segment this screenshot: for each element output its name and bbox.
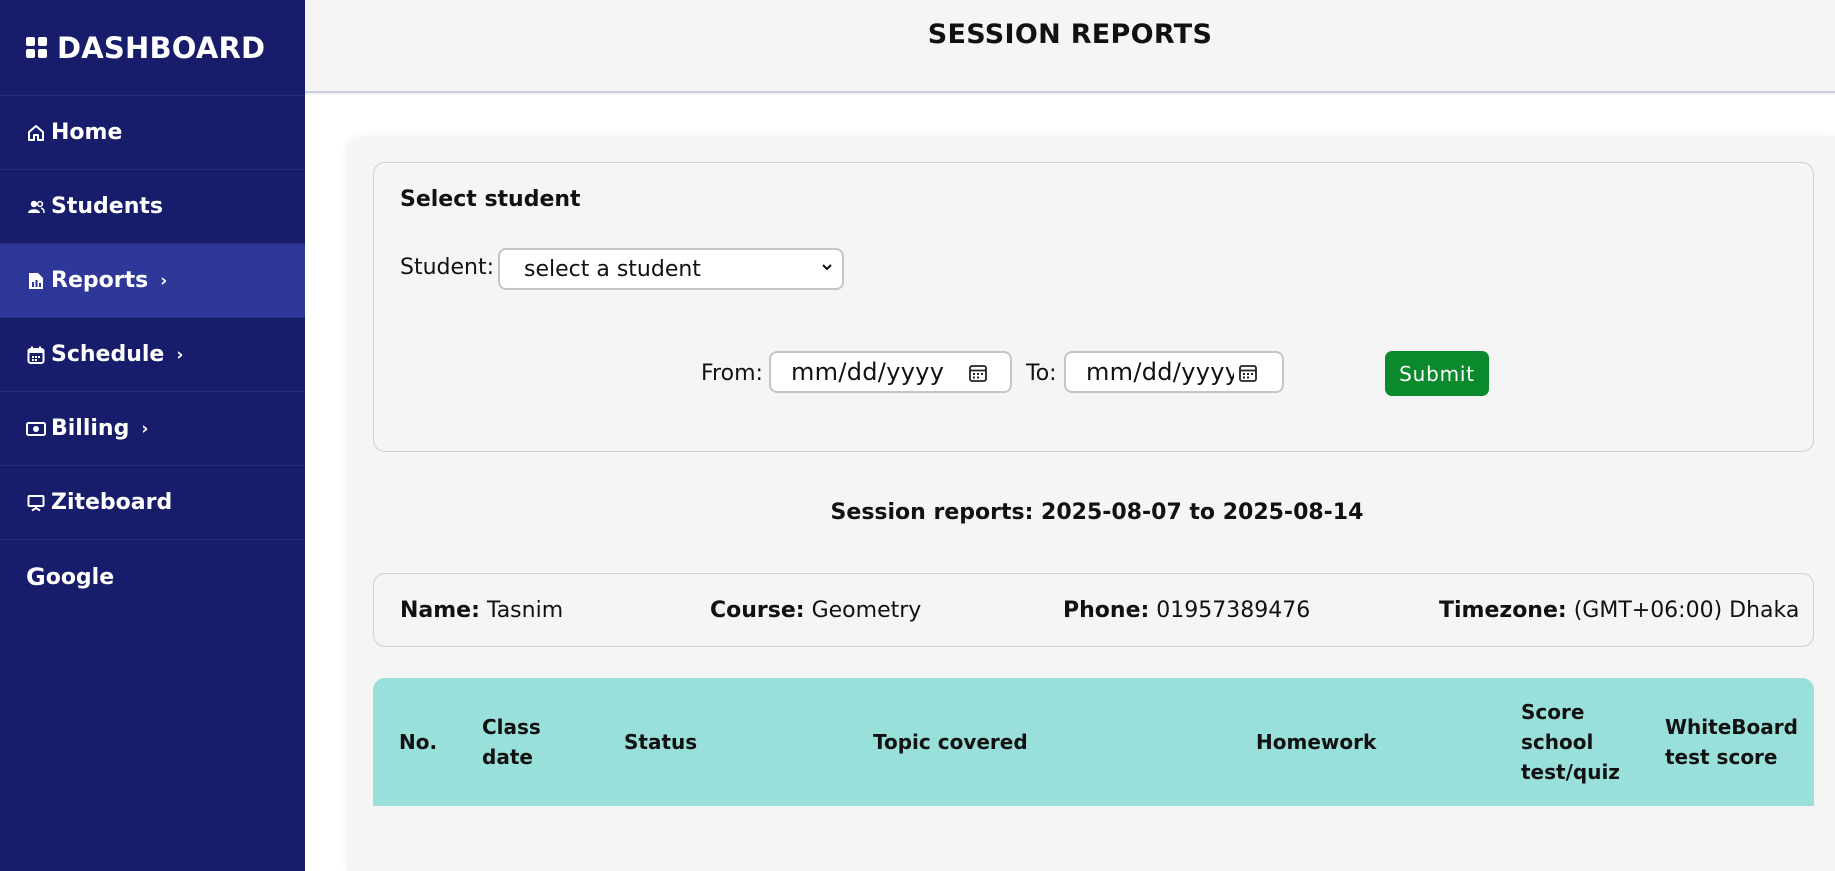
chevron-down-icon [822, 264, 832, 271]
sidebar-item-label: oogle [45, 564, 115, 590]
phone-value: 01957389476 [1156, 598, 1311, 623]
to-date-placeholder: mm/dd/yyyy [1086, 358, 1234, 386]
info-course: Course: Geometry [710, 598, 921, 623]
submit-button[interactable]: Submit [1385, 351, 1489, 396]
calendar-icon[interactable] [968, 363, 988, 383]
google-icon: G [26, 563, 46, 591]
from-label: From: [701, 361, 763, 386]
sidebar-item-label: Reports [51, 268, 149, 293]
name-label: Name: [400, 598, 480, 623]
panel-title: Select student [400, 187, 581, 212]
calendar-icon [26, 345, 46, 365]
to-date-input[interactable]: mm/dd/yyyy [1064, 351, 1284, 393]
from-date-input[interactable]: mm/dd/yyyy [769, 351, 1012, 393]
calendar-icon[interactable] [1238, 363, 1258, 383]
page-header: SESSION REPORTS [305, 0, 1835, 93]
column-header: WhiteBoard test score [1665, 715, 1798, 769]
student-info-panel: Name: Tasnim Course: Geometry Phone: 019… [373, 573, 1814, 647]
info-timezone: Timezone: (GMT+06:00) Dhaka [1439, 598, 1799, 623]
dashboard-brand[interactable]: DASHBOARD [0, 0, 305, 96]
column-header: No. [399, 730, 438, 754]
sidebar-item-home[interactable]: Home [0, 96, 305, 170]
column-header: Homework [1256, 730, 1377, 754]
to-label: To: [1026, 361, 1057, 386]
home-icon [26, 123, 46, 143]
student-label: Student: [400, 255, 495, 280]
sidebar-item-label: Schedule [51, 342, 165, 367]
page-title: SESSION REPORTS [927, 19, 1213, 50]
timezone-value: (GMT+06:00) Dhaka [1573, 598, 1800, 623]
sidebar-item-schedule[interactable]: Schedule › [0, 318, 305, 392]
sidebar-item-google[interactable]: G oogle [0, 540, 305, 614]
report-range-title: Session reports: 2025-08-07 to 2025-08-1… [830, 500, 1364, 525]
phone-label: Phone: [1063, 598, 1150, 623]
chevron-right-icon: › [160, 270, 168, 291]
column-header: Status [624, 730, 698, 754]
sidebar: DASHBOARD Home Students Reports › Schedu… [0, 0, 305, 871]
student-select-value: select a student [524, 256, 701, 282]
sidebar-item-label: Billing [51, 416, 130, 441]
sidebar-item-label: Students [51, 194, 163, 219]
sidebar-item-reports[interactable]: Reports › [0, 244, 305, 318]
column-header: Score school test/quiz [1521, 700, 1620, 784]
grid-icon [26, 36, 48, 59]
info-phone: Phone: 01957389476 [1063, 598, 1310, 623]
money-icon [26, 419, 46, 439]
report-table-header: No. Class date Status Topic covered Home… [373, 678, 1814, 806]
from-date-placeholder: mm/dd/yyyy [791, 358, 945, 386]
student-select[interactable]: select a student [498, 248, 844, 290]
timezone-label: Timezone: [1439, 598, 1567, 623]
chevron-right-icon: › [176, 344, 184, 365]
users-icon [26, 197, 46, 217]
sidebar-item-students[interactable]: Students [0, 170, 305, 244]
course-label: Course: [710, 598, 805, 623]
column-header: Class date [482, 715, 541, 769]
brand-label: DASHBOARD [57, 30, 266, 65]
chevron-right-icon: › [141, 418, 149, 439]
sidebar-item-label: Home [51, 120, 123, 145]
board-icon [26, 493, 46, 513]
info-name: Name: Tasnim [400, 598, 563, 623]
course-value: Geometry [811, 598, 922, 623]
sidebar-item-label: Ziteboard [51, 490, 173, 515]
sidebar-item-ziteboard[interactable]: Ziteboard [0, 466, 305, 540]
column-header: Topic covered [873, 730, 1028, 754]
report-icon [26, 271, 46, 291]
name-value: Tasnim [486, 598, 564, 623]
sidebar-item-billing[interactable]: Billing › [0, 392, 305, 466]
select-student-panel: Select student Student: select a student… [373, 162, 1814, 452]
